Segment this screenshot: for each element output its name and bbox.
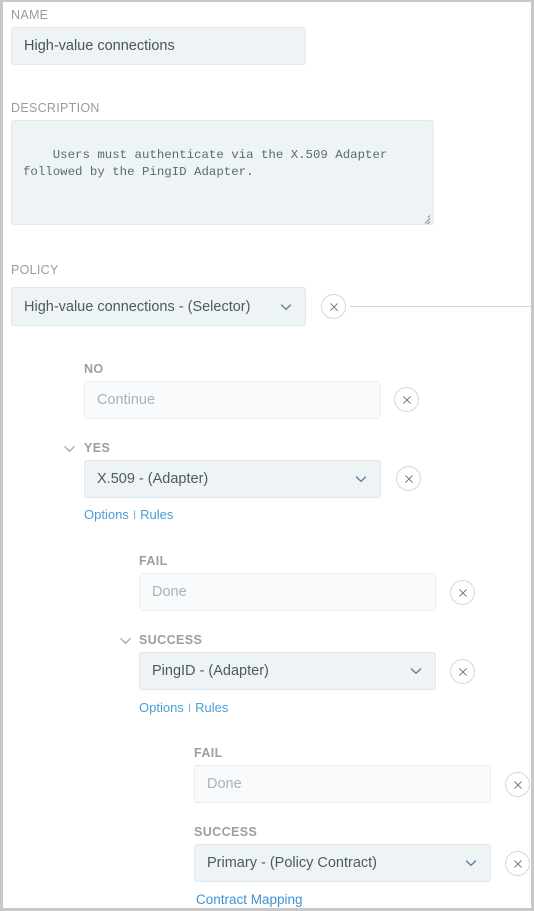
branch-select-success-1[interactable]: PingID - (Adapter): [139, 652, 436, 690]
chevron-down-icon: [280, 301, 292, 312]
branch-label-success-2: SUCCESS: [194, 825, 258, 839]
policy-root-remove-button[interactable]: [321, 294, 346, 319]
contract-mapping-link[interactable]: Contract Mapping: [196, 892, 303, 908]
branch-select-yes-1-value: X.509 - (Adapter): [97, 471, 209, 487]
branch-links-success-1: Options I Rules: [139, 700, 228, 716]
options-link-2[interactable]: Options: [139, 700, 184, 715]
branch-remove-no-1[interactable]: [394, 387, 419, 412]
branch-links-yes-1: Options I Rules: [84, 507, 173, 523]
policy-field-label: POLICY: [11, 263, 59, 277]
description-text: Users must authenticate via the X.509 Ad…: [23, 148, 388, 179]
description-textarea[interactable]: Users must authenticate via the X.509 Ad…: [11, 120, 434, 225]
branch-select-success-2-value: Primary - (Policy Contract): [207, 855, 377, 871]
policy-root-select-value: High-value connections - (Selector): [24, 298, 251, 315]
rules-link-1[interactable]: Rules: [140, 507, 173, 522]
branch-select-fail-2[interactable]: Done: [194, 765, 491, 803]
rules-link-2[interactable]: Rules: [195, 700, 228, 715]
branch-label-no-1: NO: [84, 362, 104, 376]
options-link-1[interactable]: Options: [84, 507, 129, 522]
policy-editor-panel: NAME High-value connections DESCRIPTION …: [0, 0, 534, 911]
branch-remove-fail-1[interactable]: [450, 580, 475, 605]
branch-select-success-1-value: PingID - (Adapter): [152, 663, 269, 679]
branch-remove-success-1[interactable]: [450, 659, 475, 684]
root-connector-line: [350, 306, 531, 307]
branch-select-success-2[interactable]: Primary - (Policy Contract): [194, 844, 491, 882]
branch-remove-fail-2[interactable]: [505, 772, 530, 797]
branch-remove-success-2[interactable]: [505, 851, 530, 876]
resize-handle-icon[interactable]: [418, 210, 431, 224]
branch-select-no-1-placeholder: Continue: [97, 392, 156, 408]
branch-label-yes-1: YES: [84, 441, 111, 455]
links-separator-2: I: [187, 701, 192, 715]
links-separator-1: I: [132, 508, 137, 522]
name-field-label: NAME: [11, 8, 49, 22]
branch-select-fail-1[interactable]: Done: [139, 573, 436, 611]
branch-label-fail-2: FAIL: [194, 746, 223, 760]
branch-label-fail-1: FAIL: [139, 554, 168, 568]
description-field-label: DESCRIPTION: [11, 101, 100, 115]
branch-label-success-1: SUCCESS: [139, 633, 203, 647]
chevron-down-icon: [465, 857, 477, 868]
branch-select-yes-1[interactable]: X.509 - (Adapter): [84, 460, 381, 498]
branch-remove-yes-1[interactable]: [396, 466, 421, 491]
branch-select-no-1[interactable]: Continue: [84, 381, 381, 419]
branch-select-fail-2-placeholder: Done: [207, 776, 242, 792]
chevron-down-icon: [410, 665, 422, 676]
branch-select-fail-1-placeholder: Done: [152, 584, 187, 600]
branch-collapse-yes-1[interactable]: [63, 442, 76, 455]
branch-collapse-success-1[interactable]: [119, 634, 132, 647]
name-input[interactable]: High-value connections: [11, 27, 306, 65]
policy-root-select[interactable]: High-value connections - (Selector): [11, 287, 306, 326]
chevron-down-icon: [355, 473, 367, 484]
